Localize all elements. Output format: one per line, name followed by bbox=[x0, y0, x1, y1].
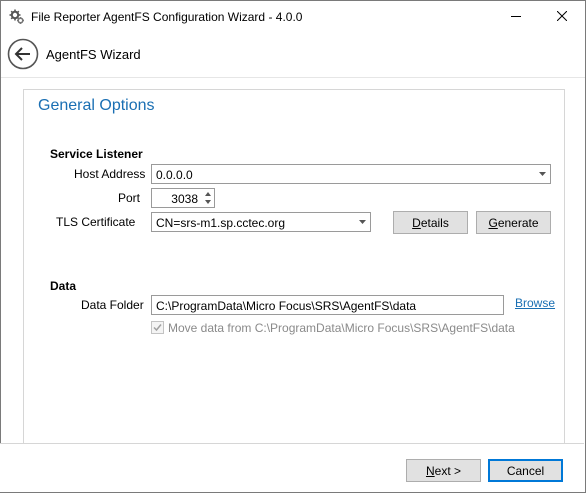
header-title: AgentFS Wizard bbox=[46, 47, 141, 62]
service-listener-heading: Service Listener bbox=[50, 147, 143, 161]
details-button[interactable]: Details bbox=[393, 211, 468, 234]
generate-mnemonic: G bbox=[488, 216, 498, 230]
port-value: 3038 bbox=[171, 192, 198, 206]
generate-label: enerate bbox=[497, 216, 539, 230]
gears-icon bbox=[9, 9, 24, 24]
browse-link[interactable]: Browse bbox=[515, 296, 555, 310]
port-stepper[interactable]: 3038 bbox=[151, 188, 215, 208]
cancel-label: Cancel bbox=[506, 464, 545, 478]
wizard-header: AgentFS Wizard bbox=[1, 32, 585, 78]
host-address-label: Host Address bbox=[74, 167, 146, 181]
close-icon bbox=[557, 11, 567, 21]
page-title: General Options bbox=[38, 97, 155, 114]
tls-certificate-combo[interactable]: CN=srs-m1.sp.cctec.org bbox=[151, 212, 371, 232]
title-bar: File Reporter AgentFS Configuration Wiza… bbox=[1, 1, 585, 32]
close-button[interactable] bbox=[539, 1, 585, 32]
window-title: File Reporter AgentFS Configuration Wiza… bbox=[31, 10, 303, 24]
checkmark-icon bbox=[153, 324, 162, 332]
cancel-button[interactable]: Cancel bbox=[488, 459, 563, 482]
chevron-down-icon[interactable] bbox=[358, 219, 367, 225]
data-heading: Data bbox=[50, 279, 77, 293]
data-folder-value: C:\ProgramData\Micro Focus\SRS\AgentFS\d… bbox=[156, 299, 417, 313]
tls-certificate-label: TLS Certificate bbox=[56, 215, 136, 229]
host-address-combo[interactable]: 0.0.0.0 bbox=[151, 164, 551, 184]
details-mnemonic: D bbox=[412, 216, 421, 230]
content-panel bbox=[23, 89, 565, 445]
back-arrow-icon[interactable] bbox=[7, 38, 39, 70]
chevron-down-icon[interactable] bbox=[538, 171, 547, 177]
move-data-label: Move data from C:\ProgramData\Micro Focu… bbox=[168, 321, 515, 335]
next-button[interactable]: Next > bbox=[406, 459, 481, 482]
next-mnemonic: N bbox=[425, 464, 435, 478]
tls-certificate-value: CN=srs-m1.sp.cctec.org bbox=[156, 216, 286, 230]
data-folder-label: Data Folder bbox=[81, 298, 144, 312]
data-folder-field[interactable]: C:\ProgramData\Micro Focus\SRS\AgentFS\d… bbox=[151, 295, 504, 315]
next-label: ext > bbox=[434, 464, 462, 478]
move-data-checkbox[interactable] bbox=[151, 321, 164, 334]
port-label: Port bbox=[118, 191, 141, 205]
details-label: etails bbox=[420, 216, 449, 230]
generate-button[interactable]: Generate bbox=[476, 211, 551, 234]
spinner-icon[interactable] bbox=[204, 190, 212, 206]
wizard-window: File Reporter AgentFS Configuration Wiza… bbox=[0, 0, 586, 493]
minimize-button[interactable] bbox=[493, 1, 539, 32]
minimize-icon bbox=[511, 16, 521, 17]
host-address-value: 0.0.0.0 bbox=[156, 168, 193, 182]
